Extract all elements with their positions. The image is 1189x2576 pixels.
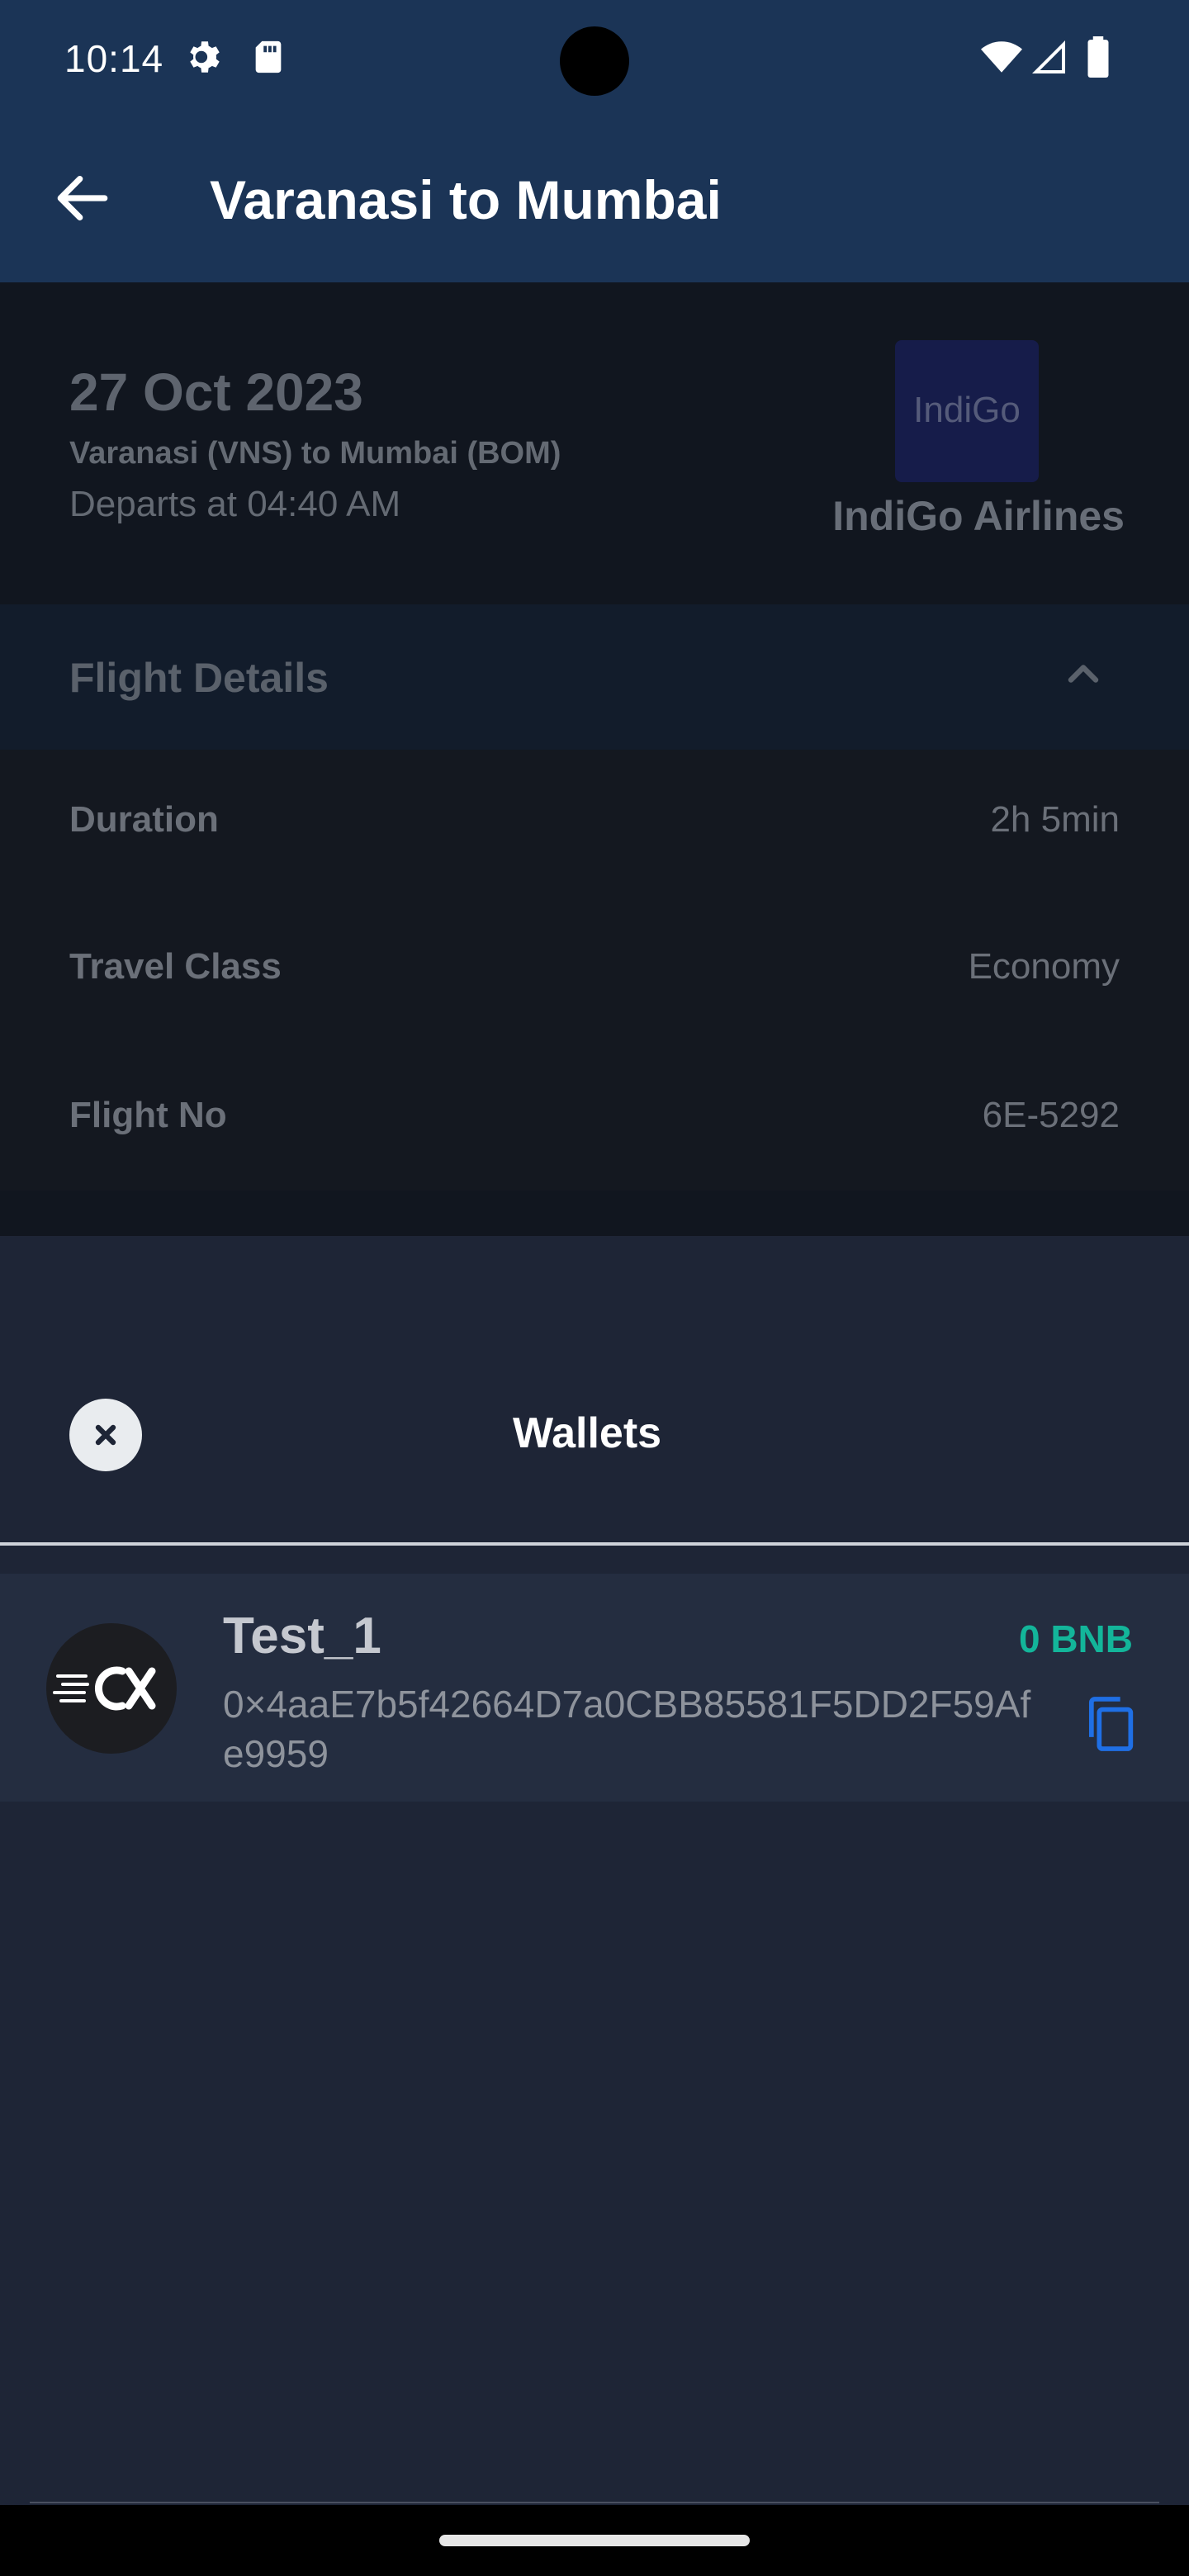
flight-route: Varanasi (VNS) to Mumbai (BOM) xyxy=(69,436,561,471)
camera-cutout xyxy=(560,26,629,96)
detail-label: Flight No xyxy=(69,1095,227,1135)
home-indicator[interactable] xyxy=(439,2535,750,2546)
battery-icon xyxy=(1087,36,1109,78)
arrow-left-icon[interactable] xyxy=(50,165,116,231)
departure-time: Departs at 04:40 AM xyxy=(69,484,401,524)
settings-icon xyxy=(190,41,220,73)
flight-details-title: Flight Details xyxy=(69,655,329,701)
page-title: Varanasi to Mumbai xyxy=(210,169,722,230)
detail-value: 6E-5292 xyxy=(982,1095,1120,1135)
chevron-up-icon[interactable] xyxy=(1059,649,1108,698)
sheet-bottom-edge xyxy=(30,2502,1159,2503)
status-time: 10:14 xyxy=(64,37,164,80)
signal-icon xyxy=(1032,40,1065,73)
sd-card-icon xyxy=(255,40,282,73)
wallet-logo-icon xyxy=(53,1666,156,1711)
airline-logo-text: IndiGo xyxy=(913,390,1021,430)
airline-name: IndiGo Airlines xyxy=(832,493,1125,539)
flight-date: 27 Oct 2023 xyxy=(69,362,363,422)
detail-value: 2h 5min xyxy=(990,799,1120,840)
wallet-balance: 0 BNB xyxy=(1018,1617,1133,1660)
detail-label: Travel Class xyxy=(69,946,282,987)
copy-icon[interactable] xyxy=(1078,1693,1141,1755)
divider xyxy=(0,1542,1189,1546)
detail-label: Duration xyxy=(69,799,219,840)
wallet-name: Test_1 xyxy=(223,1608,381,1664)
detail-value: Economy xyxy=(968,946,1120,987)
sheet-title: Wallets xyxy=(512,1409,662,1457)
wifi-icon xyxy=(981,41,1022,73)
wallet-address: 0×4aaE7b5f42664D7a0CBB85581F5DD2F59Afe99… xyxy=(223,1683,1031,1775)
